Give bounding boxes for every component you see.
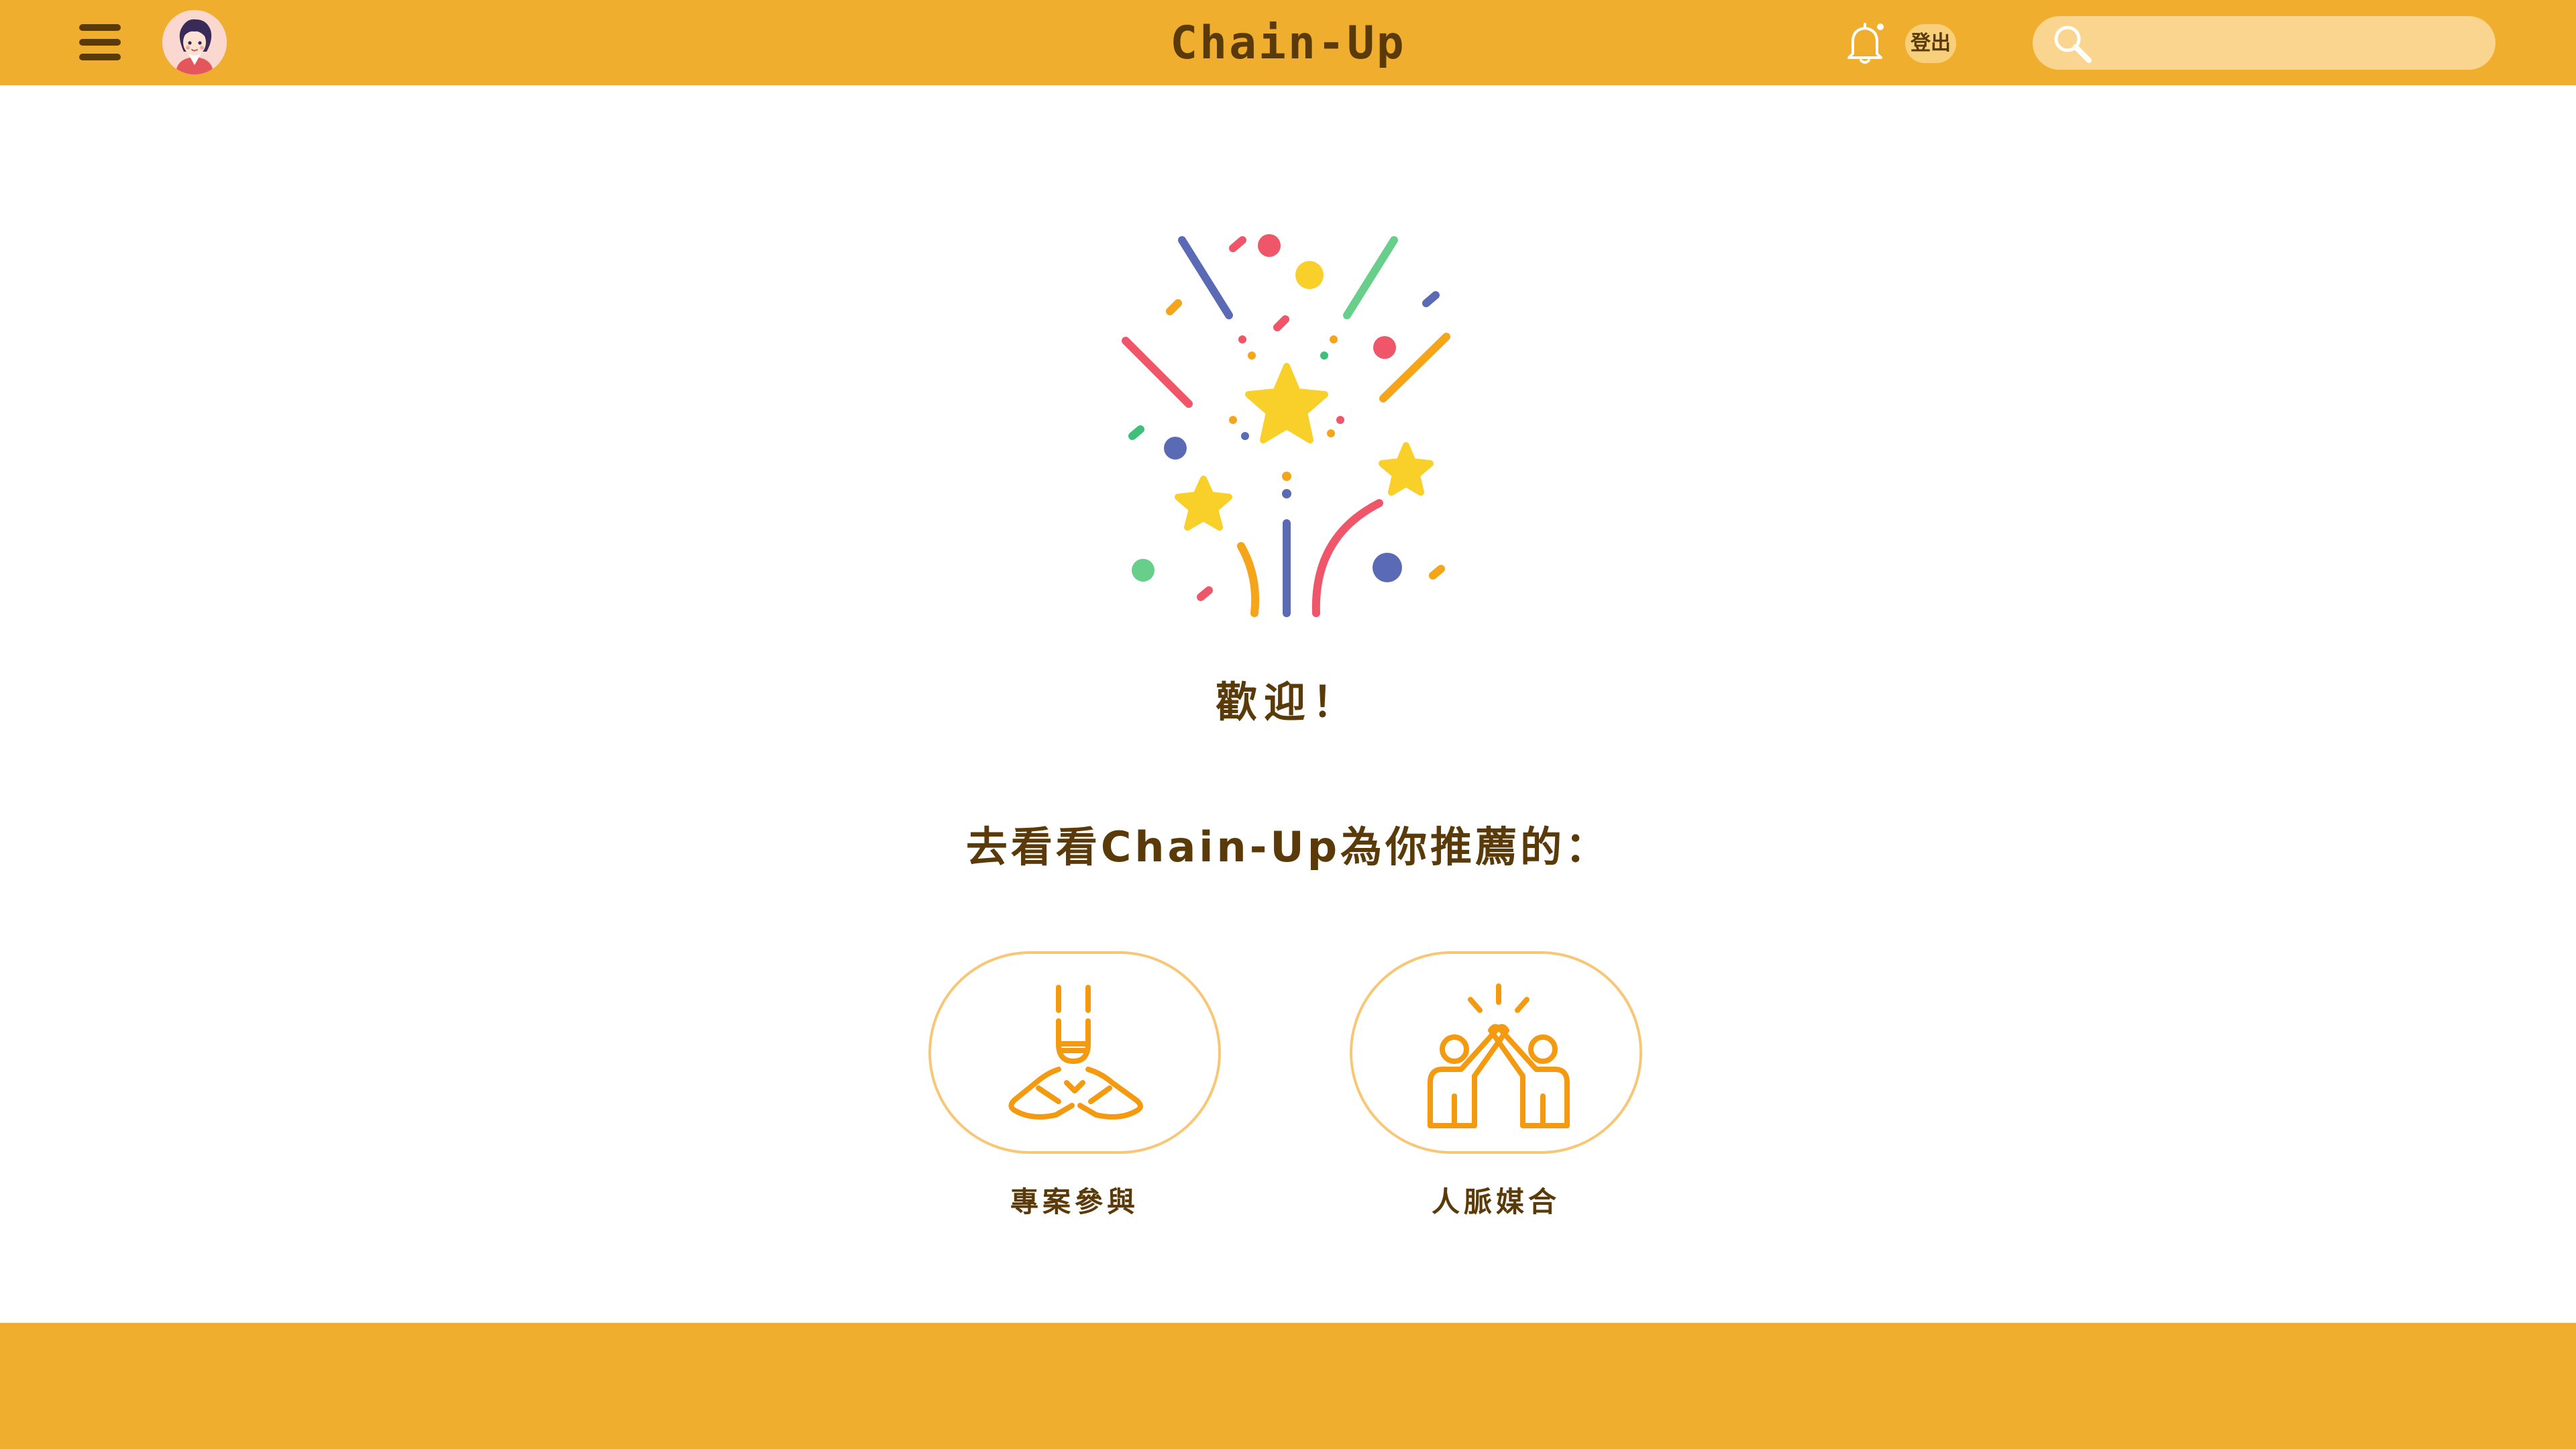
project-participation-button[interactable] [928,951,1221,1154]
avatar[interactable] [162,10,227,74]
search-bar[interactable] [2033,16,2496,70]
welcome-heading: 歡迎！ [1215,678,1360,727]
recommend-subtitle: 去看看Chain-Up為你推薦的： [965,822,1611,871]
search-icon[interactable] [2051,23,2093,64]
menu-icon[interactable] [79,20,121,64]
bell-icon[interactable] [1843,20,1888,67]
hands-together-icon [1008,985,1143,1120]
logout-button[interactable]: 登出 [1905,24,1956,63]
search-input[interactable] [2102,23,2481,64]
header-bar: Chain-Up 登出 [0,0,2576,85]
celebration-illustration [1114,228,1462,631]
app-title[interactable]: Chain-Up [1087,13,1489,74]
networking-match-button[interactable] [1350,951,1642,1154]
high-five-icon [1428,983,1570,1128]
footer-bar [0,1323,2576,1449]
avatar-icon [162,10,227,74]
networking-match-label[interactable]: 人脈媒合 [1350,1179,1642,1220]
project-participation-label[interactable]: 專案參與 [928,1179,1221,1220]
